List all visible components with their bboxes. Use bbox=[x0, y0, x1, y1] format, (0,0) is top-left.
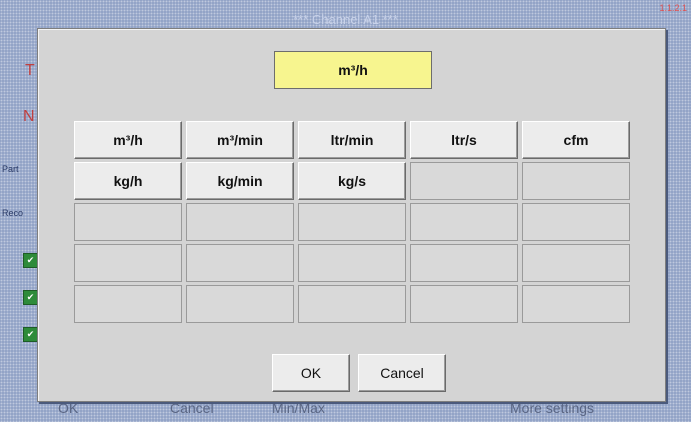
unit-button-ltr-per-s[interactable]: ltr/s bbox=[410, 121, 518, 159]
unit-grid: m³/h m³/min ltr/min ltr/s cfm kg/h kg/mi… bbox=[74, 121, 631, 324]
empty-unit-cell bbox=[298, 203, 406, 241]
empty-unit-cell bbox=[186, 244, 294, 282]
ok-button[interactable]: OK bbox=[272, 354, 350, 392]
empty-unit-cell bbox=[74, 203, 182, 241]
background-checkbox-3: ✔ bbox=[23, 327, 38, 342]
background-checkbox-1: ✔ bbox=[23, 253, 38, 268]
unit-button-m3-per-min[interactable]: m³/min bbox=[186, 121, 294, 159]
dialog-body: m³/h m³/h m³/min ltr/min ltr/s cfm kg/h … bbox=[38, 29, 665, 401]
unit-button-cfm[interactable]: cfm bbox=[522, 121, 630, 159]
selected-unit-display: m³/h bbox=[274, 51, 432, 89]
empty-unit-cell bbox=[410, 203, 518, 241]
empty-unit-cell bbox=[522, 203, 630, 241]
empty-unit-cell bbox=[522, 285, 630, 323]
background-corner-label: 1.1.2.1 bbox=[659, 3, 687, 13]
empty-unit-cell bbox=[522, 244, 630, 282]
empty-unit-cell bbox=[74, 285, 182, 323]
background-side-letter-t: T bbox=[25, 62, 35, 79]
empty-unit-cell bbox=[410, 285, 518, 323]
empty-unit-cell bbox=[522, 162, 630, 200]
background-checkbox-2: ✔ bbox=[23, 290, 38, 305]
background-side-label-part: Part bbox=[2, 164, 19, 174]
unit-button-kg-per-min[interactable]: kg/min bbox=[186, 162, 294, 200]
cancel-button[interactable]: Cancel bbox=[358, 354, 446, 392]
background-ok-label: OK bbox=[58, 400, 79, 416]
empty-unit-cell bbox=[298, 244, 406, 282]
unit-selection-dialog: m³/h m³/h m³/min ltr/min ltr/s cfm kg/h … bbox=[37, 28, 666, 402]
background-side-letter-n: N bbox=[23, 108, 35, 125]
empty-unit-cell bbox=[74, 244, 182, 282]
background-minmax-label: Min/Max bbox=[272, 400, 325, 416]
empty-unit-cell bbox=[298, 285, 406, 323]
background-side-label-reco: Reco bbox=[2, 208, 24, 218]
empty-unit-cell bbox=[410, 244, 518, 282]
unit-button-ltr-per-min[interactable]: ltr/min bbox=[298, 121, 406, 159]
background-cancel-label: Cancel bbox=[170, 400, 214, 416]
background-more-settings-label: More settings bbox=[510, 400, 595, 416]
unit-button-kg-per-s[interactable]: kg/s bbox=[298, 162, 406, 200]
empty-unit-cell bbox=[186, 203, 294, 241]
empty-unit-cell bbox=[186, 285, 294, 323]
unit-button-kg-per-h[interactable]: kg/h bbox=[74, 162, 182, 200]
unit-button-m3-per-h[interactable]: m³/h bbox=[74, 121, 182, 159]
empty-unit-cell bbox=[410, 162, 518, 200]
